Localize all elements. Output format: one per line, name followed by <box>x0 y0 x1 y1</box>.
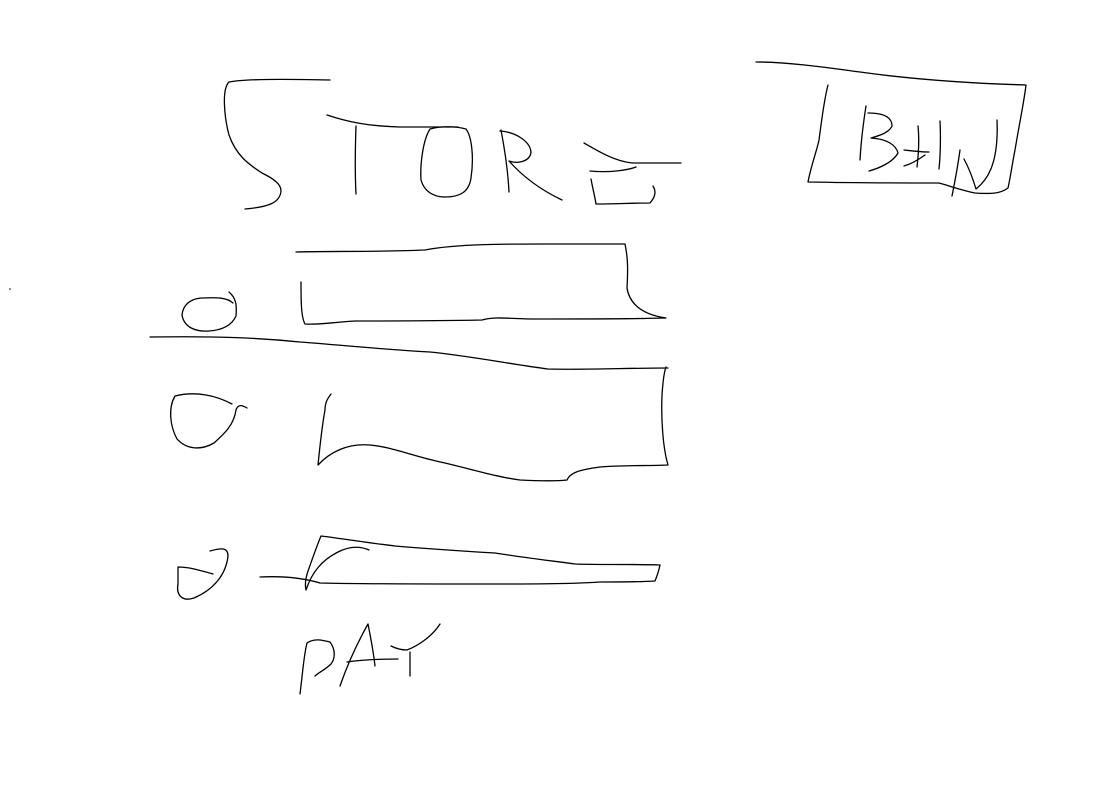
pay-button[interactable]: PAY <box>296 620 444 698</box>
pay-button-label: PAY <box>296 620 297 621</box>
item-box-1[interactable] <box>295 242 668 326</box>
item-radio-1[interactable]: radio-circle-icon <box>180 290 240 335</box>
radio-circle-icon: radio-circle-icon <box>166 390 167 391</box>
bag-button[interactable]: BAG <box>806 62 1026 194</box>
radio-circle-icon: radio-circle-icon <box>174 545 175 546</box>
stray-dot-mark <box>9 288 11 290</box>
page-title-text: STORE <box>220 78 221 79</box>
radio-circle-icon: radio-circle-icon <box>180 290 181 291</box>
bag-button-label: BAG <box>806 62 807 63</box>
item-box-2[interactable] <box>314 365 670 483</box>
item-radio-3[interactable]: radio-circle-icon <box>174 545 232 603</box>
page-title: STORE <box>220 78 685 210</box>
item-radio-2[interactable]: radio-circle-icon <box>166 390 250 454</box>
item-box-3[interactable] <box>258 534 662 592</box>
